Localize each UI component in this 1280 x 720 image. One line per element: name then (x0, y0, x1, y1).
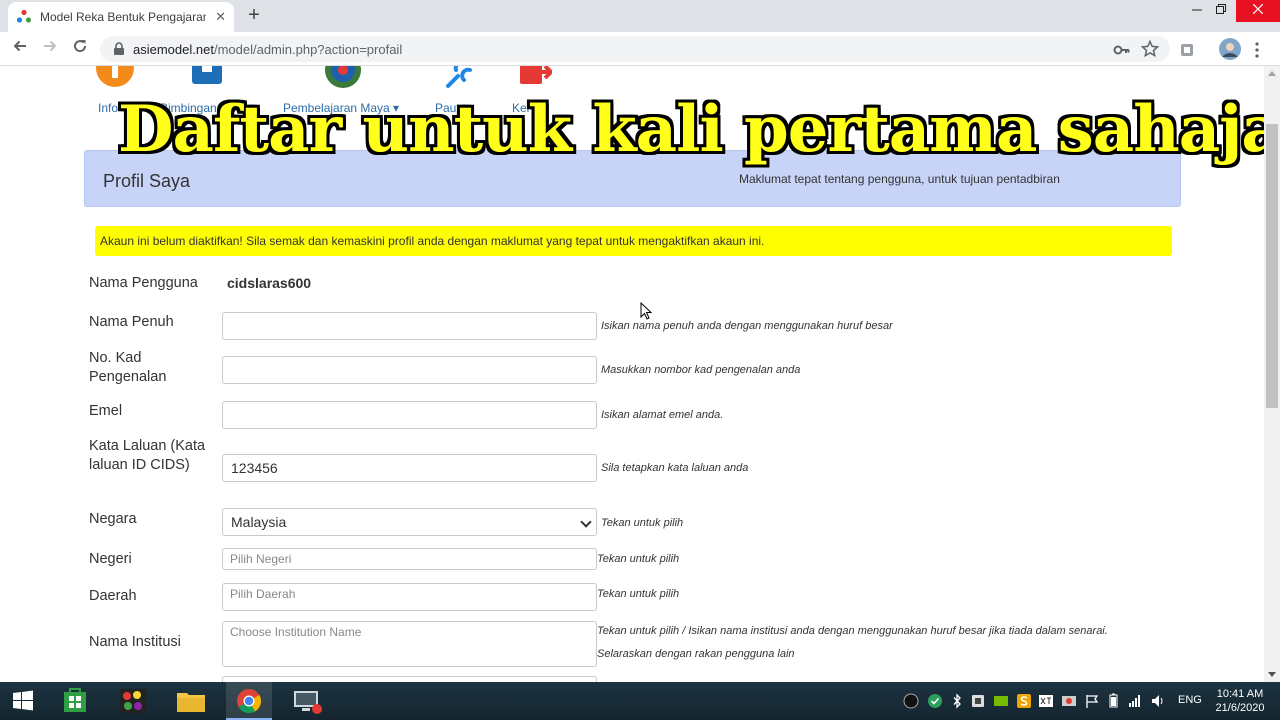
district-hint: Tekan untuk pilih (597, 588, 680, 600)
institution-hint-2: Selaraskan dengan rakan pengguna lain (597, 648, 795, 660)
guide-icon[interactable] (192, 66, 222, 86)
email-hint: Isikan alamat emel anda. (601, 409, 724, 421)
forward-icon[interactable] (39, 38, 61, 60)
paint-icon[interactable] (110, 682, 156, 720)
district-select[interactable]: Pilih Daerah (222, 583, 597, 611)
lock-icon (114, 42, 124, 55)
mouse-cursor-icon (640, 302, 652, 320)
institution-hint: Tekan untuk pilih / Isikan nama institus… (597, 625, 1108, 637)
volume-icon[interactable] (1150, 693, 1166, 709)
ic-number-input[interactable] (222, 356, 597, 384)
new-tab-button[interactable]: + (244, 4, 264, 27)
extension-icon[interactable] (1178, 41, 1196, 59)
start-icon[interactable] (0, 682, 46, 720)
bluetooth-icon[interactable] (949, 693, 965, 709)
district-label: Daerah (89, 588, 137, 604)
scroll-down-icon[interactable] (1268, 672, 1276, 677)
language-indicator[interactable]: ENG (1178, 694, 1202, 706)
page-title: Profil Saya (103, 171, 191, 191)
browser-toolbar: asiemodel.net/model/admin.php?action=pro… (0, 32, 1280, 66)
scroll-up-icon[interactable] (1268, 71, 1276, 76)
network-icon[interactable] (1127, 693, 1143, 709)
country-select[interactable]: Malaysia (222, 508, 597, 536)
logout-icon[interactable] (520, 66, 552, 90)
taskbar-clock[interactable]: 10:41 AM 21/6/2020 (1214, 687, 1266, 715)
page-scrollbar[interactable] (1264, 66, 1280, 682)
back-icon[interactable] (9, 38, 31, 60)
ic-hint: Masukkan nombor kad pengenalan anda (601, 364, 801, 376)
tab-title: Model Reka Bentuk Pengajaran B (40, 10, 206, 24)
tab-strip: Model Reka Bentuk Pengajaran B ✕ + (0, 0, 1280, 32)
browser-tab[interactable]: Model Reka Bentuk Pengajaran B ✕ (8, 2, 234, 32)
password-input[interactable]: 123456 (222, 454, 597, 482)
s-app-icon[interactable] (1016, 693, 1032, 709)
state-hint: Tekan untuk pilih (597, 553, 680, 565)
tray-app-icon[interactable] (903, 693, 919, 709)
page-viewport: Info Bimbingan Pembelajaran Maya ▾ Pauta… (0, 66, 1264, 682)
recorder-icon[interactable] (284, 682, 330, 720)
key-icon[interactable] (1113, 41, 1131, 59)
chevron-down-icon (580, 516, 592, 528)
battery-icon[interactable] (1105, 693, 1121, 709)
clock-time: 10:41 AM (1216, 688, 1264, 700)
globe-icon[interactable] (323, 66, 363, 90)
country-selected-value: Malaysia (231, 514, 287, 530)
username-label: Nama Pengguna (89, 275, 198, 291)
video-caption-overlay: Daftar untuk kali pertama sahaja (118, 92, 1264, 167)
password-hint: Sila tetapkan kata laluan anda (601, 462, 749, 474)
link-icon[interactable] (444, 66, 474, 90)
close-window-icon[interactable] (1236, 0, 1280, 22)
info-icon[interactable] (95, 66, 135, 90)
tab-close-icon[interactable]: ✕ (215, 9, 226, 25)
flag-icon[interactable] (1084, 693, 1100, 709)
institution-input[interactable]: Choose Institution Name (222, 621, 597, 667)
url-host: asiemodel.net (133, 42, 214, 57)
recording-icon[interactable] (1061, 693, 1077, 709)
nav-info-label[interactable]: Info (98, 101, 118, 115)
country-hint: Tekan untuk pilih (601, 517, 684, 529)
page-subtitle: Maklumat tepat tentang pengguna, untuk t… (739, 172, 1060, 186)
state-select[interactable]: Pilih Negeri (222, 548, 597, 570)
email-label: Emel (89, 403, 123, 419)
ic-label: No. Kad Pengenalan (89, 350, 167, 385)
institution-label: Nama Institusi (89, 634, 181, 650)
state-label: Negeri (89, 551, 132, 567)
usb-icon[interactable] (970, 693, 986, 709)
chrome-icon[interactable] (226, 682, 272, 720)
reload-icon[interactable] (69, 38, 91, 60)
password-label: Kata Laluan (Kata laluan ID CIDS) (89, 438, 206, 473)
clock-date: 21/6/2020 (1215, 702, 1265, 714)
username-value: cidslaras600 (227, 275, 312, 291)
site-favicon-icon (16, 9, 32, 23)
restore-icon[interactable] (1204, 0, 1238, 22)
avatar[interactable] (1219, 38, 1241, 60)
explorer-icon[interactable] (168, 682, 214, 720)
nvidia-icon[interactable] (993, 693, 1009, 709)
address-bar[interactable]: asiemodel.net/model/admin.php?action=pro… (100, 36, 1170, 62)
ime-icon[interactable] (1038, 693, 1054, 709)
fullname-input[interactable] (222, 312, 597, 340)
menu-icon[interactable] (1252, 41, 1262, 59)
activation-alert: Akaun ini belum diaktifkan! Sila semak d… (95, 226, 1172, 256)
windows-taskbar: ENG 10:41 AM 21/6/2020 (0, 682, 1280, 720)
url-text: asiemodel.net/model/admin.php?action=pro… (133, 42, 402, 57)
store-icon[interactable] (52, 682, 98, 720)
country-label: Negara (89, 511, 137, 527)
scrollbar-thumb[interactable] (1266, 124, 1278, 408)
star-icon[interactable] (1141, 40, 1159, 58)
fullname-label: Nama Penuh (89, 314, 174, 330)
security-icon[interactable] (927, 693, 943, 709)
email-input[interactable] (222, 401, 597, 429)
url-path: /model/admin.php?action=profail (213, 42, 403, 57)
fullname-hint: Isikan nama penuh anda dengan menggunaka… (601, 320, 893, 332)
